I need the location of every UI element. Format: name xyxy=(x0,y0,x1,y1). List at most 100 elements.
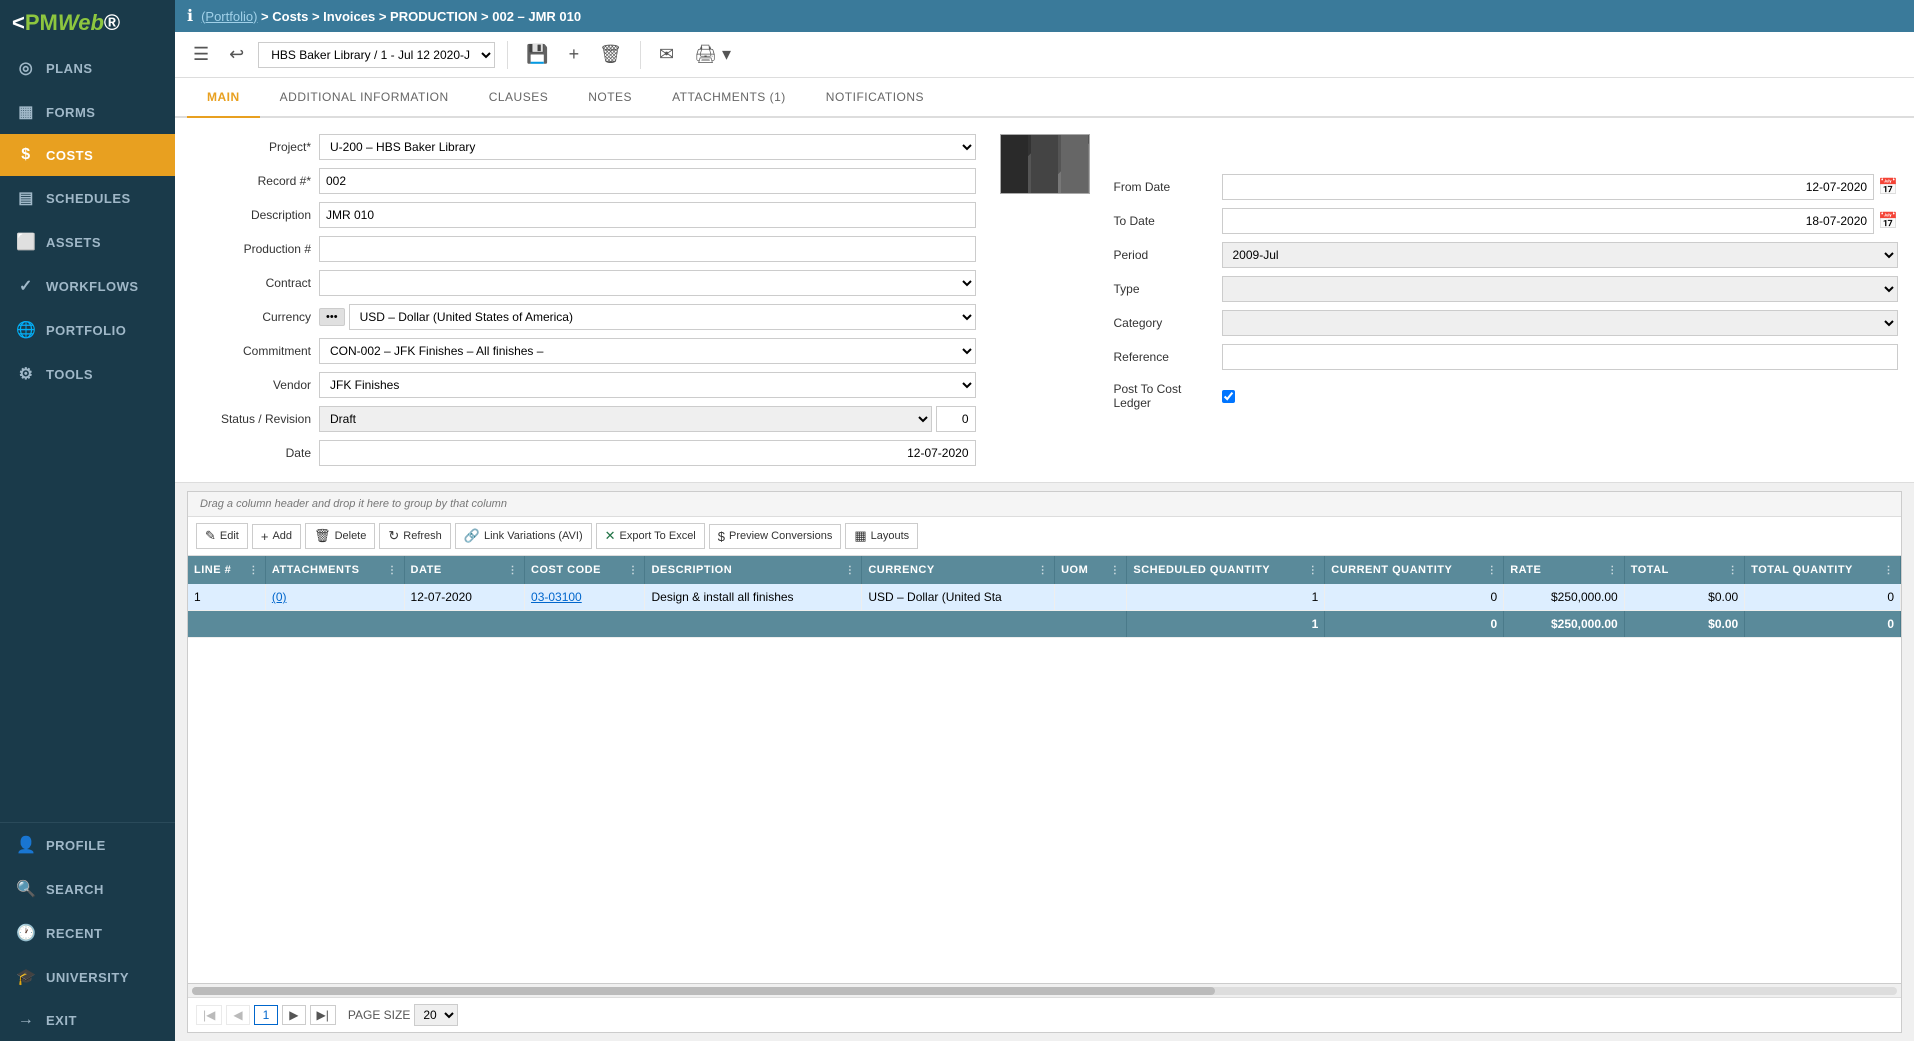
tab-notifications[interactable]: NOTIFICATIONS xyxy=(806,78,944,118)
col-total[interactable]: TOTAL⋮ xyxy=(1624,556,1744,584)
undo-button[interactable]: ↩ xyxy=(223,40,250,69)
tab-notes[interactable]: NOTES xyxy=(568,78,652,118)
tools-icon: ⚙ xyxy=(16,364,36,384)
sort-uom-icon[interactable]: ⋮ xyxy=(1110,565,1121,576)
tab-additional[interactable]: ADDITIONAL INFORMATION xyxy=(260,78,469,118)
sort-desc-icon[interactable]: ⋮ xyxy=(845,565,856,576)
page-size-select[interactable]: 20 xyxy=(414,1004,458,1026)
sort-currency-icon[interactable]: ⋮ xyxy=(1038,565,1049,576)
project-select[interactable]: U-200 – HBS Baker Library xyxy=(319,134,976,160)
add-button[interactable]: + xyxy=(563,40,586,69)
to-date-input[interactable] xyxy=(1222,208,1875,234)
save-button[interactable]: 💾 xyxy=(520,40,554,69)
sidebar-item-plans[interactable]: ◎ PLANS xyxy=(0,46,175,90)
col-line[interactable]: LINE #⋮ xyxy=(188,556,265,584)
horizontal-scrollbar[interactable] xyxy=(188,983,1901,997)
info-icon[interactable]: ℹ xyxy=(187,6,193,26)
sort-attach-icon[interactable]: ⋮ xyxy=(387,565,398,576)
contract-select[interactable] xyxy=(319,270,976,296)
col-cost-code[interactable]: COST CODE⋮ xyxy=(525,556,645,584)
commitment-select[interactable]: CON-002 – JFK Finishes – All finishes – xyxy=(319,338,976,364)
record-input[interactable] xyxy=(319,168,976,194)
delete-button[interactable]: 🗑 xyxy=(593,40,628,69)
sidebar-item-tools[interactable]: ⚙ TOOLS xyxy=(0,352,175,396)
tab-clauses[interactable]: CLAUSES xyxy=(469,78,569,118)
refresh-button[interactable]: ↻ Refresh xyxy=(379,523,450,549)
date-input[interactable] xyxy=(319,440,976,466)
category-select[interactable] xyxy=(1222,310,1899,336)
sidebar-item-profile[interactable]: 👤 PROFILE xyxy=(0,823,175,867)
sidebar-item-university[interactable]: 🎓 UNIVERSITY xyxy=(0,955,175,999)
col-rate[interactable]: RATE⋮ xyxy=(1504,556,1624,584)
menu-button[interactable]: ☰ xyxy=(187,40,215,69)
link-variations-button[interactable]: 🔗 Link Variations (AVI) xyxy=(455,523,592,549)
sidebar-item-recent[interactable]: 🕐 RECENT xyxy=(0,911,175,955)
col-uom[interactable]: UOM⋮ xyxy=(1055,556,1127,584)
record-thumbnail[interactable] xyxy=(1000,134,1090,194)
col-current-qty[interactable]: CURRENT QUANTITY⋮ xyxy=(1325,556,1504,584)
sidebar-item-search[interactable]: 🔍 SEARCH xyxy=(0,867,175,911)
from-date-calendar-button[interactable]: 📅 xyxy=(1878,177,1898,197)
sort-date-icon[interactable]: ⋮ xyxy=(508,565,519,576)
sort-total-icon[interactable]: ⋮ xyxy=(1728,565,1739,576)
first-page-button[interactable]: |◀ xyxy=(196,1005,222,1025)
cell-cost-code[interactable]: 03-03100 xyxy=(525,584,645,611)
to-date-calendar-button[interactable]: 📅 xyxy=(1878,211,1898,231)
reference-input[interactable] xyxy=(1222,344,1899,370)
sort-cost-code-icon[interactable]: ⋮ xyxy=(628,565,639,576)
status-select[interactable]: Draft xyxy=(319,406,932,432)
col-currency[interactable]: CURRENCY⋮ xyxy=(862,556,1055,584)
description-input[interactable] xyxy=(319,202,976,228)
add-row-button[interactable]: + Add xyxy=(252,524,301,549)
sidebar-item-portfolio[interactable]: 🌐 PORTFOLIO xyxy=(0,308,175,352)
currency-select[interactable]: USD – Dollar (United States of America) xyxy=(349,304,976,330)
sort-rate-icon[interactable]: ⋮ xyxy=(1607,565,1618,576)
sidebar-item-forms[interactable]: ▦ FORMS xyxy=(0,90,175,134)
col-total-qty[interactable]: TOTAL QUANTITY⋮ xyxy=(1745,556,1901,584)
sidebar-item-schedules[interactable]: ▤ SCHEDULES xyxy=(0,176,175,220)
email-button[interactable]: ✉ xyxy=(653,40,680,69)
scroll-thumb[interactable] xyxy=(192,987,1215,995)
edit-button[interactable]: ✎ Edit xyxy=(196,523,248,549)
scroll-track[interactable] xyxy=(192,987,1897,995)
add-label: Add xyxy=(272,530,292,542)
tab-main[interactable]: MAIN xyxy=(187,78,260,118)
col-attachments[interactable]: ATTACHMENTS⋮ xyxy=(265,556,404,584)
last-page-button[interactable]: ▶| xyxy=(310,1005,336,1025)
sidebar-item-exit[interactable]: → EXIT xyxy=(0,999,175,1041)
sidebar-item-workflows[interactable]: ✓ WORKFLOWS xyxy=(0,264,175,308)
currency-dots-button[interactable]: ••• xyxy=(319,308,345,326)
preview-conversions-button[interactable]: $ Preview Conversions xyxy=(709,524,842,549)
type-select[interactable] xyxy=(1222,276,1899,302)
sidebar-item-costs[interactable]: $ COSTS xyxy=(0,134,175,176)
period-select[interactable]: 2009-Jul xyxy=(1222,242,1899,268)
prev-page-button[interactable]: ◀ xyxy=(226,1005,249,1025)
record-selector[interactable]: HBS Baker Library / 1 - Jul 12 2020-J xyxy=(258,42,495,68)
status-num-input[interactable] xyxy=(936,406,976,432)
production-input[interactable] xyxy=(319,236,976,262)
layouts-button[interactable]: ▦ Layouts xyxy=(845,523,918,549)
vendor-select[interactable]: JFK Finishes xyxy=(319,372,976,398)
sort-line-icon[interactable]: ⋮ xyxy=(248,565,259,576)
table-row[interactable]: 1 (0) 12-07-2020 03-03100 Design & insta… xyxy=(188,584,1901,611)
col-date[interactable]: DATE⋮ xyxy=(404,556,524,584)
post-cost-checkbox[interactable] xyxy=(1222,390,1235,403)
sidebar-item-label: FORMS xyxy=(46,105,95,120)
sort-sched-icon[interactable]: ⋮ xyxy=(1308,565,1319,576)
sidebar-item-assets[interactable]: ⬜ ASSETS xyxy=(0,220,175,264)
portfolio-link[interactable]: (Portfolio) xyxy=(201,9,257,24)
sort-curr-qty-icon[interactable]: ⋮ xyxy=(1487,565,1498,576)
cell-attachments[interactable]: (0) xyxy=(265,584,404,611)
sort-total-qty-icon[interactable]: ⋮ xyxy=(1884,565,1895,576)
from-date-input[interactable] xyxy=(1222,174,1875,200)
export-excel-button[interactable]: ✕ Export To Excel xyxy=(596,523,705,549)
next-page-button[interactable]: ▶ xyxy=(282,1005,305,1025)
current-page[interactable]: 1 xyxy=(254,1005,279,1025)
production-row: Production # xyxy=(191,236,976,262)
tab-attachments[interactable]: ATTACHMENTS (1) xyxy=(652,78,806,118)
delete-row-button[interactable]: 🗑 Delete xyxy=(305,523,375,549)
print-button[interactable]: 🖨 ▾ xyxy=(688,40,737,69)
col-scheduled-qty[interactable]: SCHEDULED QUANTITY⋮ xyxy=(1127,556,1325,584)
col-description[interactable]: DESCRIPTION⋮ xyxy=(645,556,862,584)
data-table: LINE #⋮ ATTACHMENTS⋮ DATE⋮ COST CODE⋮ DE xyxy=(188,556,1901,638)
